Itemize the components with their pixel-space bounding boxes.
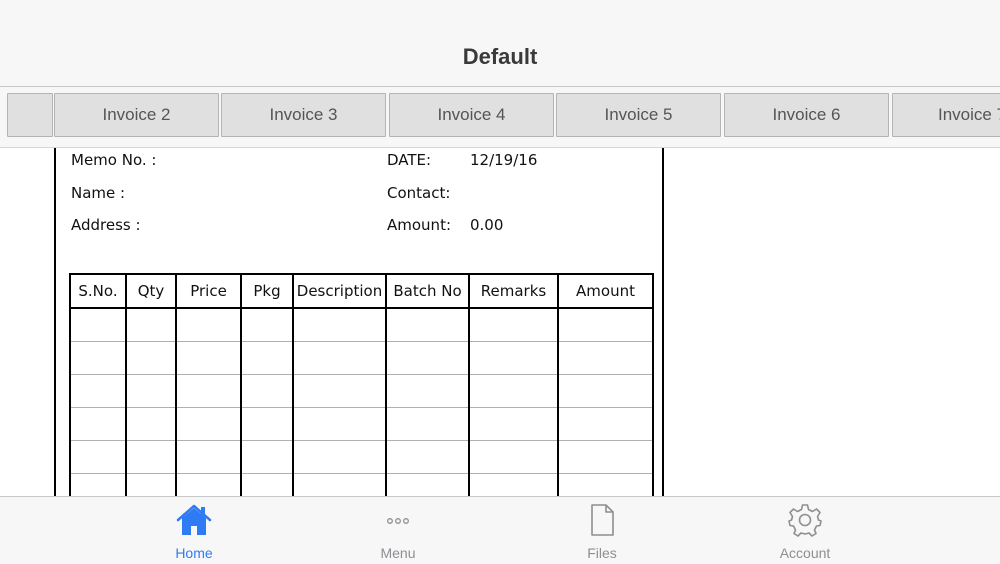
column-header-sno: S.No. [69, 273, 127, 309]
column-header-description: Description [292, 273, 387, 309]
tab-invoice-1[interactable] [7, 93, 53, 137]
date-value: 12/19/16 [470, 151, 538, 169]
table-row [69, 407, 654, 441]
amount-value: 0.00 [470, 216, 504, 234]
items-table: S.No. Qty Price Pkg Description Batch No… [69, 273, 654, 496]
table-row [69, 341, 654, 375]
navigation-bar: Default [0, 0, 1000, 87]
tabbar-label-menu: Menu [380, 545, 416, 561]
tabbar-item-home[interactable]: Home [134, 497, 254, 564]
tabbar-item-account[interactable]: Account [745, 497, 865, 564]
tab-invoice-5[interactable]: Invoice 5 [556, 93, 721, 137]
tabbar-label-home: Home [175, 545, 213, 561]
tab-invoice-7[interactable]: Invoice 7 [892, 93, 1000, 137]
table-row [69, 473, 654, 496]
amount-label: Amount: [387, 216, 451, 234]
tabbar-label-account: Account [779, 545, 831, 561]
file-icon [591, 504, 614, 536]
tab-invoice-6[interactable]: Invoice 6 [724, 93, 889, 137]
date-label: DATE: [387, 151, 432, 169]
tabbar-label-files: Files [587, 545, 617, 561]
table-row [69, 440, 654, 474]
tabbar-item-files[interactable]: Files [542, 497, 662, 564]
column-header-amount: Amount [557, 273, 654, 309]
table-row [69, 308, 654, 342]
invoice-tab-strip[interactable]: Invoice 2 Invoice 3 Invoice 4 Invoice 5 … [0, 87, 1000, 148]
name-label: Name : [71, 184, 126, 202]
home-icon [176, 504, 212, 535]
column-header-remarks: Remarks [468, 273, 559, 309]
tabbar-item-menu[interactable]: Menu [338, 497, 458, 564]
column-header-batch-no: Batch No [385, 273, 470, 309]
table-header-row: S.No. Qty Price Pkg Description Batch No… [69, 273, 654, 309]
invoice-document: Memo No. : Name : Address : DATE: 12/19/… [54, 148, 664, 496]
contact-label: Contact: [387, 184, 451, 202]
tab-invoice-2[interactable]: Invoice 2 [54, 93, 219, 137]
gear-icon [788, 504, 822, 537]
memo-label: Memo No. : [71, 151, 157, 169]
column-header-pkg: Pkg [240, 273, 294, 309]
address-label: Address : [71, 216, 141, 234]
more-icon [387, 518, 409, 524]
tab-invoice-3[interactable]: Invoice 3 [221, 93, 386, 137]
column-header-qty: Qty [125, 273, 177, 309]
bottom-tab-bar: Home Menu Files Account [0, 496, 1000, 564]
table-row [69, 374, 654, 408]
page-title: Default [462, 44, 538, 69]
tab-invoice-4[interactable]: Invoice 4 [389, 93, 554, 137]
column-header-price: Price [175, 273, 242, 309]
